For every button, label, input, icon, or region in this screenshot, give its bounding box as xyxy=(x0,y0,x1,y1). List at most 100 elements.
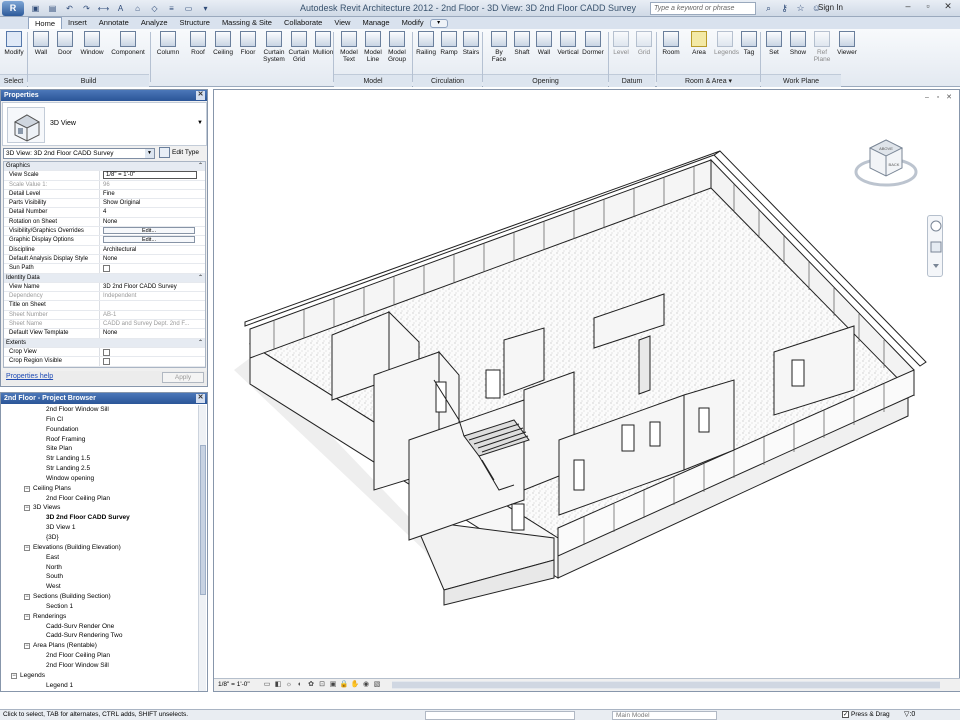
browser-view-item[interactable]: Roof Framing xyxy=(2,435,198,445)
chevron-down-icon[interactable]: ▼ xyxy=(145,149,154,158)
scrollbar-thumb[interactable] xyxy=(200,445,206,595)
browser-category[interactable]: − Elevations (Building Elevation) xyxy=(2,543,198,553)
tab-massing-site[interactable]: Massing & Site xyxy=(216,17,278,29)
chevron-down-icon[interactable]: ▼ xyxy=(197,120,203,126)
tab-manage[interactable]: Manage xyxy=(356,17,395,29)
ribbon-stairs-button[interactable]: Stairs xyxy=(461,31,481,77)
property-value[interactable]: 4 xyxy=(100,208,205,216)
section-icon[interactable]: ◇ xyxy=(147,2,162,15)
ribbon-ramp-button[interactable]: Ramp xyxy=(439,31,459,77)
property-value[interactable]: Edit... xyxy=(100,227,205,235)
press-drag-toggle[interactable]: ✓ Press & Drag xyxy=(842,710,890,720)
browser-view-item[interactable]: Legend 1 xyxy=(2,681,198,691)
navbar-menu-icon[interactable] xyxy=(933,264,939,268)
panel-label-datum[interactable]: Datum xyxy=(609,74,655,87)
ribbon-model-group-button[interactable]: Model Group xyxy=(386,31,408,77)
browser-category[interactable]: − Area Plans (Rentable) xyxy=(2,641,198,651)
ribbon-curtain-grid-button[interactable]: Curtain Grid xyxy=(287,31,311,77)
ribbon-area-button[interactable]: Area xyxy=(688,31,710,77)
panel-label-model[interactable]: Model xyxy=(334,74,412,87)
visual-style-icon[interactable]: ◧ xyxy=(273,680,283,690)
close-icon[interactable]: ✕ xyxy=(938,0,958,14)
contextual-tab-toggle-icon[interactable]: ▾ xyxy=(429,19,448,28)
ribbon-set-button[interactable]: Set xyxy=(765,31,783,77)
ribbon-legends-button[interactable]: Legends xyxy=(714,31,739,77)
close-icon[interactable]: ✕ xyxy=(196,394,205,403)
building-3d-model[interactable] xyxy=(214,90,960,680)
ribbon-door-button[interactable]: Door xyxy=(55,31,75,77)
collapse-toggle-icon[interactable]: − xyxy=(24,594,30,601)
browser-view-item[interactable]: 2nd Floor Window Sill xyxy=(2,405,198,415)
collapse-toggle-icon[interactable]: − xyxy=(11,672,17,679)
browser-view-item[interactable]: 3D View 1 xyxy=(2,523,198,533)
browser-view-item[interactable]: Window opening xyxy=(2,474,198,484)
edit-button[interactable]: Edit... xyxy=(103,227,195,235)
ribbon-column-button[interactable]: Column xyxy=(154,31,182,77)
type-selector[interactable]: 3D View ▼ xyxy=(2,102,207,146)
scrollbar-thumb[interactable] xyxy=(392,682,940,688)
browser-view-item[interactable]: Cadd-Surv Rendering Two xyxy=(2,631,198,641)
ribbon-vertical-button[interactable]: Vertical xyxy=(557,31,579,77)
ribbon-viewer-button[interactable]: Viewer xyxy=(836,31,858,77)
collapse-toggle-icon[interactable]: − xyxy=(24,643,30,650)
panel-label-circulation[interactable]: Circulation xyxy=(413,74,482,87)
maximize-icon[interactable]: ▫ xyxy=(918,0,938,14)
crop-icon[interactable]: ⊡ xyxy=(317,680,327,690)
collapse-toggle-icon[interactable]: − xyxy=(24,613,30,620)
switch-windows-icon[interactable]: ▾ xyxy=(198,2,213,15)
viewcube[interactable]: ABOVE BACK xyxy=(854,132,918,196)
property-value[interactable]: Fine xyxy=(100,190,205,198)
ribbon-wall-button[interactable]: Wall xyxy=(31,31,51,77)
ribbon-model-line-button[interactable]: Model Line xyxy=(362,31,384,77)
render-icon[interactable]: ✿ xyxy=(306,680,316,690)
collapse-toggle-icon[interactable]: − xyxy=(24,544,30,551)
tab-insert[interactable]: Insert xyxy=(62,17,93,29)
browser-category[interactable]: −3D Views xyxy=(2,503,198,513)
tab-structure[interactable]: Structure xyxy=(174,17,216,29)
property-value[interactable] xyxy=(100,357,205,366)
view-scale-input[interactable]: 1/8" = 1'-0" xyxy=(103,171,197,180)
browser-view-item[interactable]: West xyxy=(2,582,198,592)
collapse-toggle-icon[interactable]: − xyxy=(24,485,30,492)
property-value[interactable]: None xyxy=(100,329,205,337)
lock-icon[interactable]: 🔒 xyxy=(339,680,349,690)
ribbon-curtain-system-button[interactable]: Curtain System xyxy=(262,31,286,77)
shadows-icon[interactable]: ◐ xyxy=(295,680,305,690)
property-value[interactable] xyxy=(100,301,205,309)
browser-scrollbar[interactable] xyxy=(198,405,206,691)
ribbon-grid-button[interactable]: Grid xyxy=(634,31,654,77)
horizontal-scrollbar[interactable] xyxy=(392,681,940,689)
browser-view-item[interactable]: 2nd Floor Ceiling Plan xyxy=(2,651,198,661)
workset-selector[interactable] xyxy=(425,711,575,720)
ribbon-window-button[interactable]: Window xyxy=(79,31,105,77)
tab-home[interactable]: Home xyxy=(28,17,63,29)
open-icon[interactable]: ▣ xyxy=(28,2,43,15)
minimize-icon[interactable]: – xyxy=(923,94,931,102)
crop-region-icon[interactable]: ▣ xyxy=(328,680,338,690)
close-icon[interactable]: ✕ xyxy=(196,91,205,100)
selection-filter[interactable]: ▽:0 xyxy=(904,710,915,720)
search-icon[interactable]: ⌕ xyxy=(762,2,775,15)
3d-view-icon[interactable]: ⌂ xyxy=(130,2,145,15)
view-instance-selector[interactable]: 3D View: 3D 2nd Floor CADD Survey ▼ xyxy=(3,148,155,159)
browser-category[interactable]: − Renderings xyxy=(2,612,198,622)
star-icon[interactable]: ☆ xyxy=(794,2,807,15)
ribbon-modify-button[interactable]: Modify xyxy=(4,31,24,77)
steering-wheel-icon[interactable] xyxy=(930,220,942,232)
help-search-input[interactable]: Type a keyword or phrase xyxy=(650,2,756,15)
analysis-icon[interactable]: ▧ xyxy=(372,680,382,690)
ribbon-ceiling-button[interactable]: Ceiling xyxy=(212,31,234,77)
minimize-icon[interactable]: – xyxy=(898,0,918,14)
property-value[interactable]: None xyxy=(100,218,205,226)
checkbox[interactable] xyxy=(103,358,110,366)
checkbox[interactable] xyxy=(103,265,110,273)
property-group[interactable]: Identity Data ⌃ xyxy=(4,273,205,283)
browser-category[interactable]: − Legends xyxy=(2,671,198,681)
panel-label-work-plane[interactable]: Work Plane xyxy=(761,74,841,87)
tab-annotate[interactable]: Annotate xyxy=(93,17,135,29)
edit-button[interactable]: Edit... xyxy=(103,236,195,244)
ribbon-roof-button[interactable]: Roof xyxy=(188,31,208,77)
ribbon-component-button[interactable]: Component xyxy=(109,31,147,77)
apply-button[interactable]: Apply xyxy=(162,372,204,383)
sign-in-link[interactable]: Sign In xyxy=(818,3,843,12)
